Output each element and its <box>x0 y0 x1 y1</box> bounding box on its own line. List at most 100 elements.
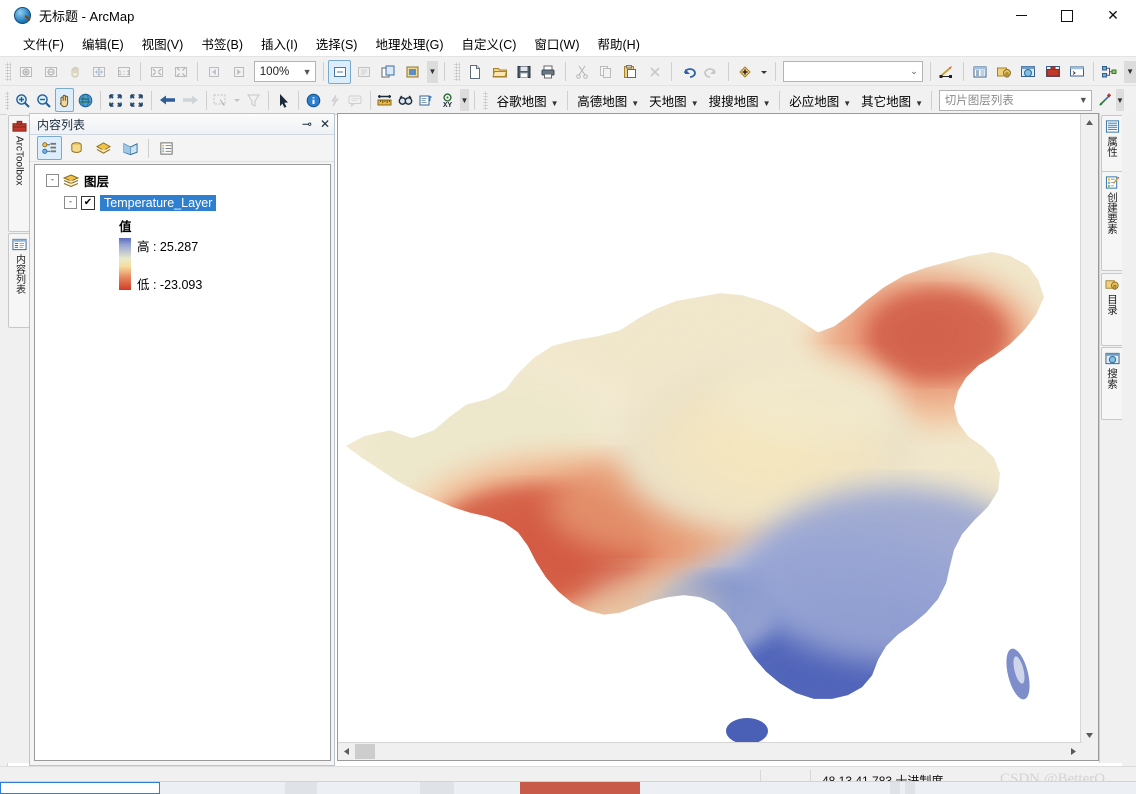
identify-icon[interactable] <box>304 88 323 112</box>
map-service-bing[interactable]: 必应地图 ▼ <box>783 88 855 113</box>
map-service-amap[interactable]: 高德地图 ▼ <box>571 88 643 113</box>
next-extent-icon[interactable] <box>180 88 201 112</box>
find-icon[interactable] <box>396 88 415 112</box>
taskbar-item[interactable] <box>905 782 915 794</box>
search-window-icon[interactable] <box>1017 60 1039 84</box>
toolbar-overflow-button[interactable]: ▼ <box>426 60 439 83</box>
toc-layer-checkbox[interactable]: ✔ <box>81 195 95 210</box>
undo-icon[interactable] <box>677 60 699 84</box>
taskbar-item[interactable] <box>285 782 317 794</box>
refresh-view-icon[interactable] <box>353 60 375 84</box>
toc-group-expander[interactable]: - <box>46 174 59 187</box>
fixed-zoom-in-icon[interactable] <box>106 88 125 112</box>
page-and-print-setup-icon[interactable] <box>377 60 399 84</box>
modelbuilder-icon[interactable] <box>1099 60 1121 84</box>
full-extent-globe-icon[interactable] <box>76 88 95 112</box>
tools-overflow-button[interactable]: ▼ <box>460 89 469 111</box>
taskbar-item[interactable] <box>420 782 454 794</box>
go-to-xy-icon[interactable]: XY <box>438 88 457 112</box>
add-data-icon[interactable] <box>734 60 756 84</box>
pan-hand-icon[interactable] <box>64 60 86 84</box>
toolbar-grip-2[interactable] <box>454 62 461 81</box>
html-popup-icon[interactable] <box>346 88 365 112</box>
zoom-out-fixed-icon[interactable] <box>40 60 62 84</box>
close-button[interactable]: ✕ <box>1090 0 1136 31</box>
clear-selection-icon[interactable] <box>244 88 263 112</box>
open-document-icon[interactable] <box>489 60 511 84</box>
menu-file[interactable]: 文件(F) <box>14 31 73 56</box>
map-horizontal-scrollbar[interactable] <box>338 742 1082 760</box>
left-tab-arctoolbox[interactable]: ArcToolbox <box>8 115 30 232</box>
toc-options-icon[interactable] <box>154 136 179 160</box>
new-document-icon[interactable] <box>464 60 486 84</box>
zoom-in-fixed-icon[interactable] <box>15 60 37 84</box>
toc-pin-button[interactable]: ⊸ <box>302 118 312 130</box>
full-extent-icon[interactable] <box>88 60 110 84</box>
table-of-contents-icon[interactable] <box>969 60 991 84</box>
select-features-dropdown-icon[interactable] <box>232 88 242 112</box>
find-route-icon[interactable] <box>417 88 436 112</box>
delete-icon[interactable] <box>643 60 665 84</box>
fixed-zoom-out-icon[interactable] <box>127 88 146 112</box>
menu-bookmarks[interactable]: 书签(B) <box>192 31 252 56</box>
zoom-in-icon[interactable] <box>13 88 32 112</box>
map-scroll-right-button[interactable] <box>1065 743 1082 760</box>
right-tab-create-features[interactable]: 创建要素 <box>1101 171 1124 271</box>
map-vertical-scrollbar[interactable] <box>1080 114 1098 744</box>
toggle-draft-mode-icon[interactable] <box>328 59 351 84</box>
toc-layer-label[interactable]: Temperature_Layer <box>100 194 217 211</box>
select-features-icon[interactable] <box>211 88 230 112</box>
go-forward-extent-icon[interactable] <box>227 60 249 84</box>
copy-icon[interactable] <box>595 60 617 84</box>
zoom-level-combo[interactable]: 100% ▼ <box>253 61 316 82</box>
toolbar-grip[interactable] <box>5 62 12 81</box>
tile-layer-list-combo[interactable]: 切片图层列表 ▼ <box>938 89 1092 111</box>
menu-view[interactable]: 视图(V) <box>133 31 193 56</box>
toc-tree-container[interactable]: - 图层 - ✔ Temperature_Layer 值 高 : 25.287 … <box>34 164 331 761</box>
menu-insert[interactable]: 插入(I) <box>252 31 307 56</box>
one-to-one-scale-icon[interactable]: 1:1 <box>112 60 134 84</box>
map-hscroll-thumb[interactable] <box>355 744 375 759</box>
toc-layer-expander[interactable]: - <box>64 196 77 209</box>
list-by-visibility-icon[interactable] <box>91 136 116 160</box>
taskbar-item[interactable] <box>520 782 640 794</box>
add-data-dropdown-icon[interactable] <box>758 60 770 84</box>
zoom-whole-page-icon[interactable] <box>170 60 192 84</box>
right-tab-search[interactable]: 搜索 <box>1101 347 1124 420</box>
editor-toolbar-icon[interactable] <box>935 60 957 84</box>
menu-edit[interactable]: 编辑(E) <box>73 31 133 56</box>
toc-close-button[interactable]: ✕ <box>320 118 330 130</box>
search-input[interactable]: ⌄ <box>782 61 923 82</box>
menu-windows[interactable]: 窗口(W) <box>525 31 588 56</box>
menu-customize[interactable]: 自定义(C) <box>453 31 526 56</box>
map-service-soso[interactable]: 搜搜地图 ▼ <box>703 88 775 113</box>
menu-help[interactable]: 帮助(H) <box>589 31 649 56</box>
taskbar-item[interactable] <box>890 782 900 794</box>
toc-group-layers[interactable]: - 图层 <box>43 171 330 190</box>
mapservice-overflow-button[interactable]: ▼ <box>1115 89 1125 111</box>
zoom-to-page-icon[interactable] <box>146 60 168 84</box>
list-by-source-icon[interactable] <box>64 136 89 160</box>
toc-layer-row[interactable]: - ✔ Temperature_Layer <box>43 193 330 212</box>
save-document-icon[interactable] <box>513 60 535 84</box>
map-service-other[interactable]: 其它地图 ▼ <box>855 88 927 113</box>
map-canvas[interactable] <box>338 114 1082 744</box>
paste-icon[interactable] <box>619 60 641 84</box>
map-scroll-up-button[interactable] <box>1081 114 1098 131</box>
toolbar-overflow-button-2[interactable]: ▼ <box>1124 60 1136 83</box>
arctoolbox-window-icon[interactable] <box>1042 60 1064 84</box>
map-scroll-down-button[interactable] <box>1081 727 1098 744</box>
measure-icon[interactable] <box>375 88 394 112</box>
add-tile-layer-icon[interactable] <box>1096 88 1115 112</box>
mapservice-grip[interactable] <box>483 90 488 110</box>
right-tab-catalog[interactable]: 目录 <box>1101 273 1124 346</box>
map-scroll-left-button[interactable] <box>338 743 355 760</box>
cut-icon[interactable] <box>570 60 592 84</box>
select-elements-icon[interactable] <box>274 88 293 112</box>
hyperlink-icon[interactable] <box>325 88 344 112</box>
map-service-tianditu[interactable]: 天地图 ▼ <box>643 88 702 113</box>
right-tab-attributes[interactable]: 属性 <box>1101 115 1124 172</box>
print-icon[interactable] <box>537 60 559 84</box>
python-window-icon[interactable] <box>1066 60 1088 84</box>
menu-selection[interactable]: 选择(S) <box>307 31 367 56</box>
